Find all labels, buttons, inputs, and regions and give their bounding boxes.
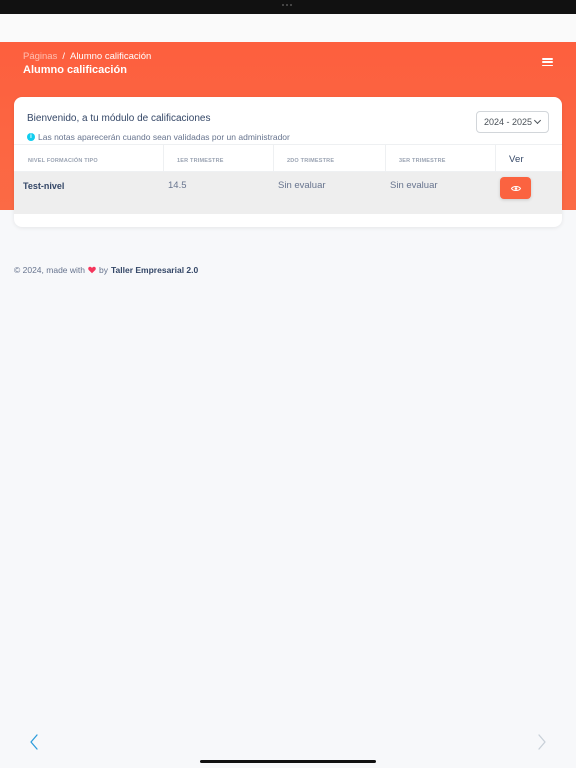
card-info: i Las notas aparecerán cuando sean valid… xyxy=(27,132,290,142)
footer-brand-link[interactable]: Taller Empresarial 2.0 xyxy=(111,265,198,275)
breadcrumb-current: Alumno calificación xyxy=(69,51,152,62)
heart-icon xyxy=(88,266,96,274)
header-nivel: NIVEL FORMACIÓN TIPO xyxy=(28,158,98,164)
header-t3: 3ER TRIMESTRE xyxy=(399,158,446,164)
cell-nivel: Test-nivel xyxy=(23,181,65,191)
table-row: Test-nivel 14.5 Sin evaluar Sin evaluar xyxy=(14,172,562,214)
header-t2: 2DO TRIMESTRE xyxy=(287,158,335,164)
chevron-left-icon[interactable] xyxy=(28,733,40,751)
breadcrumb-separator: / xyxy=(62,51,65,62)
header-t1: 1ER TRIMESTRE xyxy=(177,158,224,164)
view-button[interactable] xyxy=(500,177,531,199)
status-bar xyxy=(0,0,576,14)
status-dots xyxy=(282,4,294,7)
header-ver: Ver xyxy=(509,153,524,165)
header-divider xyxy=(385,145,386,173)
chevron-down-icon xyxy=(533,116,542,125)
footer-prefix: © 2024, made with xyxy=(14,265,85,275)
cell-t2: Sin evaluar xyxy=(278,180,326,191)
year-select-value: 2024 - 2025 xyxy=(484,117,533,127)
cell-t3: Sin evaluar xyxy=(390,180,438,191)
breadcrumb: Páginas / Alumno calificación xyxy=(23,51,151,62)
breadcrumb-root[interactable]: Páginas xyxy=(23,51,57,62)
card-heading: Bienvenido, a tu módulo de calificacione… xyxy=(27,113,211,124)
table-header: NIVEL FORMACIÓN TIPO 1ER TRIMESTRE 2DO T… xyxy=(14,144,562,173)
card-info-text: Las notas aparecerán cuando sean validad… xyxy=(38,132,290,142)
info-icon: i xyxy=(27,133,35,141)
header-divider xyxy=(273,145,274,173)
hamburger-icon[interactable] xyxy=(542,58,553,66)
top-spacer xyxy=(0,14,576,42)
eye-icon xyxy=(510,185,521,191)
footer: © 2024, made with by Taller Empresarial … xyxy=(14,265,198,275)
header-divider xyxy=(163,145,164,173)
page-title: Alumno calificación xyxy=(23,64,127,76)
chevron-right-icon[interactable] xyxy=(536,733,548,751)
home-indicator xyxy=(200,760,376,763)
year-select[interactable]: 2024 - 2025 xyxy=(476,111,549,133)
cell-t1: 14.5 xyxy=(168,180,187,191)
footer-by: by xyxy=(99,265,108,275)
header-divider xyxy=(495,145,496,173)
grades-card: Bienvenido, a tu módulo de calificacione… xyxy=(14,97,562,227)
